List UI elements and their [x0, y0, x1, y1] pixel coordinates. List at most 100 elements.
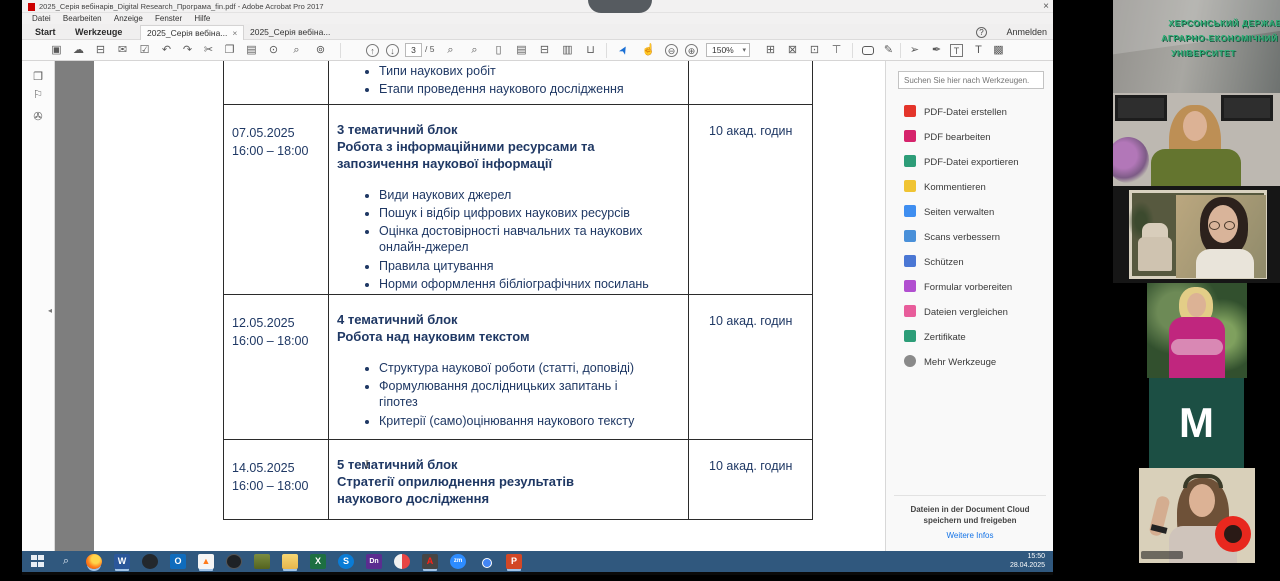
- fit-width-icon[interactable]: ⊞: [762, 42, 779, 59]
- scrolling-view-icon[interactable]: ▤: [513, 42, 530, 59]
- page-view-icon[interactable]: ▯: [490, 42, 507, 59]
- page-thumbnails-icon[interactable]: ❐: [30, 69, 46, 85]
- doc-check-icon[interactable]: ☑: [136, 42, 153, 59]
- snapshot-icon[interactable]: ⊙: [265, 42, 282, 59]
- clipboard-icon[interactable]: ▤: [243, 42, 260, 59]
- sign-in-link[interactable]: Anmelden: [1006, 26, 1047, 39]
- loupe-icon[interactable]: ⌕: [466, 42, 483, 59]
- powerpoint-icon[interactable]: P: [506, 554, 522, 569]
- send-icon[interactable]: ➢: [906, 42, 923, 59]
- save-icon[interactable]: ▣: [48, 42, 65, 59]
- email-icon[interactable]: ✉: [114, 42, 131, 59]
- purple-app-icon[interactable]: Dn: [366, 554, 382, 569]
- add-text-icon[interactable]: T: [970, 42, 987, 59]
- fit-page-icon[interactable]: ⊠: [784, 42, 801, 59]
- participant-tile-university[interactable]: ХЕРСОНСЬКИЙ ДЕРЖАВНИЙ АГРАРНО-ЕКОНОМІЧНИ…: [1113, 0, 1280, 93]
- chevron-down-icon: ▾: [742, 44, 746, 57]
- redo-icon[interactable]: ↷: [179, 42, 196, 59]
- tool-edit-pdf[interactable]: PDF bearbeiten: [904, 130, 1054, 146]
- weitere-infos-link[interactable]: Weitere Infos: [894, 531, 1046, 540]
- excel-icon[interactable]: X: [310, 554, 326, 569]
- text-box-icon[interactable]: T: [950, 44, 963, 57]
- fill-sign-icon[interactable]: ✒: [928, 42, 945, 59]
- obs-icon[interactable]: [226, 554, 242, 569]
- file-explorer-icon[interactable]: [282, 554, 298, 569]
- tool-protect[interactable]: Schützen: [904, 255, 1054, 271]
- bookmarks-icon[interactable]: ⚐: [30, 87, 46, 103]
- menu-bearbeiten[interactable]: Bearbeiten: [63, 13, 102, 24]
- participant-tile-glasses[interactable]: [1113, 186, 1280, 283]
- tool-compare-files[interactable]: Dateien vergleichen: [904, 305, 1054, 321]
- print-icon[interactable]: ⊟: [92, 42, 109, 59]
- copy-icon[interactable]: ❐: [221, 42, 238, 59]
- vlc-icon[interactable]: ▲: [198, 554, 214, 569]
- menu-fenster[interactable]: Fenster: [155, 13, 182, 24]
- binoculars-icon[interactable]: ⊚: [312, 42, 329, 59]
- two-page-view-icon[interactable]: ⊟: [536, 42, 553, 59]
- attachments-icon[interactable]: ✇: [30, 109, 46, 125]
- tab-bar: Start Werkzeuge 2025_Серія вебіна...× 20…: [22, 24, 1053, 40]
- marquee-zoom-icon[interactable]: ⌕: [442, 42, 459, 59]
- participant-tile-speaker[interactable]: [1113, 93, 1280, 186]
- participant-tile-headphones[interactable]: [1113, 468, 1280, 563]
- add-image-icon[interactable]: ▩: [990, 42, 1007, 59]
- more-tools-icon: [904, 355, 916, 367]
- hand-tool-icon[interactable]: ☝: [640, 42, 657, 59]
- block-number: 3 тематичний блок: [337, 122, 680, 139]
- undo-icon[interactable]: ↶: [158, 42, 175, 59]
- export-pdf-icon: [904, 155, 916, 167]
- meeting-overlay-tab[interactable]: [588, 0, 652, 13]
- media-app-icon[interactable]: [394, 554, 410, 569]
- page-number-input[interactable]: [405, 43, 422, 57]
- pencil-icon[interactable]: ✎: [880, 42, 897, 59]
- taskbar-clock[interactable]: 15:50 28.04.2025: [1010, 553, 1045, 571]
- participant-tile-pink[interactable]: [1113, 283, 1280, 378]
- tool-enhance-scans[interactable]: Scans verbessern: [904, 230, 1054, 246]
- comment-icon[interactable]: [862, 46, 874, 55]
- firefox-icon[interactable]: [86, 554, 102, 569]
- messenger-app-icon[interactable]: S: [338, 554, 354, 569]
- zoom-level-dropdown[interactable]: 150%▾: [706, 43, 750, 57]
- next-page-icon[interactable]: ↓: [386, 44, 399, 57]
- tool-more-tools[interactable]: Mehr Werkzeuge: [904, 355, 1054, 371]
- cut-icon[interactable]: ✂: [200, 42, 217, 59]
- word-icon[interactable]: W: [114, 554, 130, 569]
- menu-datei[interactable]: Datei: [32, 13, 51, 24]
- zoom-out-icon[interactable]: ⊖: [665, 44, 678, 57]
- file-app-icon[interactable]: [254, 554, 270, 569]
- doc-tab-close-icon[interactable]: ×: [232, 28, 237, 38]
- tab-start[interactable]: Start: [35, 24, 56, 40]
- select-tool-icon[interactable]: ➤: [613, 39, 636, 62]
- tool-organize-pages[interactable]: Seiten verwalten: [904, 205, 1054, 221]
- page-display-icon[interactable]: ▥: [559, 42, 576, 59]
- outlook-icon[interactable]: O: [170, 554, 186, 569]
- menu-anzeige[interactable]: Anzeige: [114, 13, 143, 24]
- tool-prepare-form[interactable]: Formular vorbereiten: [904, 280, 1054, 296]
- tab-werkzeuge[interactable]: Werkzeuge: [75, 24, 122, 40]
- fit-height-icon[interactable]: ⊤: [828, 42, 845, 59]
- tool-comment[interactable]: Kommentieren: [904, 180, 1054, 196]
- zoom-in-icon[interactable]: ⊕: [685, 44, 698, 57]
- reader-mode-icon[interactable]: ⊔: [582, 42, 599, 59]
- doc-tab-active[interactable]: 2025_Серія вебіна...×: [140, 25, 244, 40]
- previous-page-icon[interactable]: ↑: [366, 44, 379, 57]
- participant-tile-initial[interactable]: M: [1113, 378, 1280, 468]
- toolbar-divider: [900, 43, 901, 58]
- tool-certificates[interactable]: Zertifikate: [904, 330, 1054, 346]
- actual-size-icon[interactable]: ⊡: [806, 42, 823, 59]
- tool-search-input[interactable]: [898, 71, 1044, 89]
- menu-hilfe[interactable]: Hilfe: [194, 13, 210, 24]
- zoom-app-icon[interactable]: zm: [450, 554, 466, 569]
- tool-create-pdf[interactable]: PDF-Datei erstellen: [904, 105, 1054, 121]
- doc-tab-inactive[interactable]: 2025_Серія вебіна...: [244, 25, 336, 40]
- taskbar-search-icon[interactable]: ⌕: [58, 554, 74, 569]
- window-close-button[interactable]: ×: [1043, 0, 1049, 13]
- pane-collapse-icon[interactable]: ◂: [48, 306, 52, 315]
- password-app-icon[interactable]: [142, 554, 158, 569]
- cloud-upload-icon[interactable]: ☁: [70, 42, 87, 59]
- find-icon[interactable]: ⌕: [288, 42, 305, 59]
- help-icon[interactable]: ?: [976, 27, 987, 38]
- start-button[interactable]: [30, 554, 46, 569]
- acrobat-taskbar-icon[interactable]: A: [422, 554, 438, 569]
- tool-export-pdf[interactable]: PDF-Datei exportieren: [904, 155, 1054, 171]
